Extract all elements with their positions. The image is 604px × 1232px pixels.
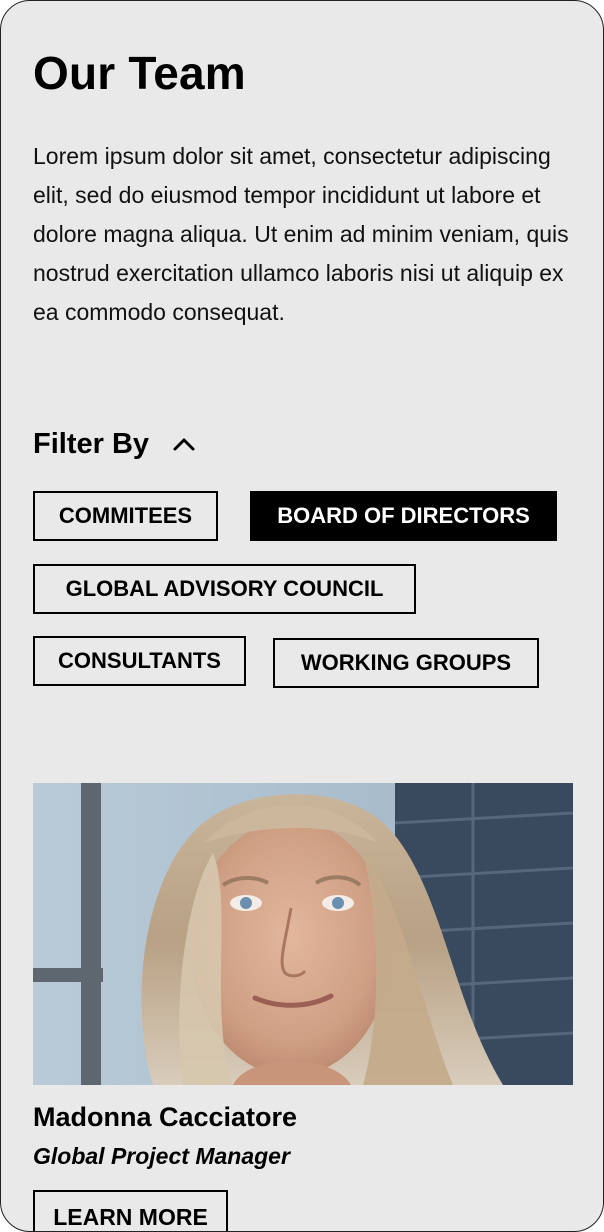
- chip-label: COMMITEES: [58, 503, 193, 528]
- filter-label: Filter By: [33, 427, 150, 460]
- filter-chip-board-of-directors[interactable]: BOARD OF DIRECTORS: [250, 491, 557, 541]
- member-photo: [33, 783, 573, 1085]
- chevron-up-icon[interactable]: [171, 431, 197, 457]
- filter-chip-working-groups[interactable]: WORKING GROUPS: [273, 638, 539, 688]
- filter-chip-global-advisory-council[interactable]: GLOBAL ADVISORY COUNCIL: [33, 564, 416, 614]
- chip-label: WORKING GROUPS: [300, 650, 512, 675]
- intro-paragraph: Lorem ipsum dolor sit amet, consectetur …: [33, 143, 569, 325]
- filter-chip-commitees[interactable]: COMMITEES: [33, 491, 218, 541]
- filter-header[interactable]: Filter By: [33, 422, 197, 466]
- chip-label: CONSULTANTS: [58, 648, 221, 673]
- page-container: Our Team Lorem ipsum dolor sit amet, con…: [0, 0, 604, 1232]
- member-role: Global Project Manager: [33, 1143, 290, 1169]
- chip-label: BOARD OF DIRECTORS: [277, 503, 530, 528]
- learn-more-label: LEARN MORE: [53, 1204, 208, 1230]
- member-name: Madonna Cacciatore: [33, 1102, 298, 1132]
- chip-label: GLOBAL ADVISORY COUNCIL: [65, 576, 384, 601]
- page-title: Our Team: [33, 47, 246, 99]
- filter-chip-consultants[interactable]: CONSULTANTS: [33, 636, 246, 686]
- learn-more-button[interactable]: LEARN MORE: [33, 1190, 228, 1231]
